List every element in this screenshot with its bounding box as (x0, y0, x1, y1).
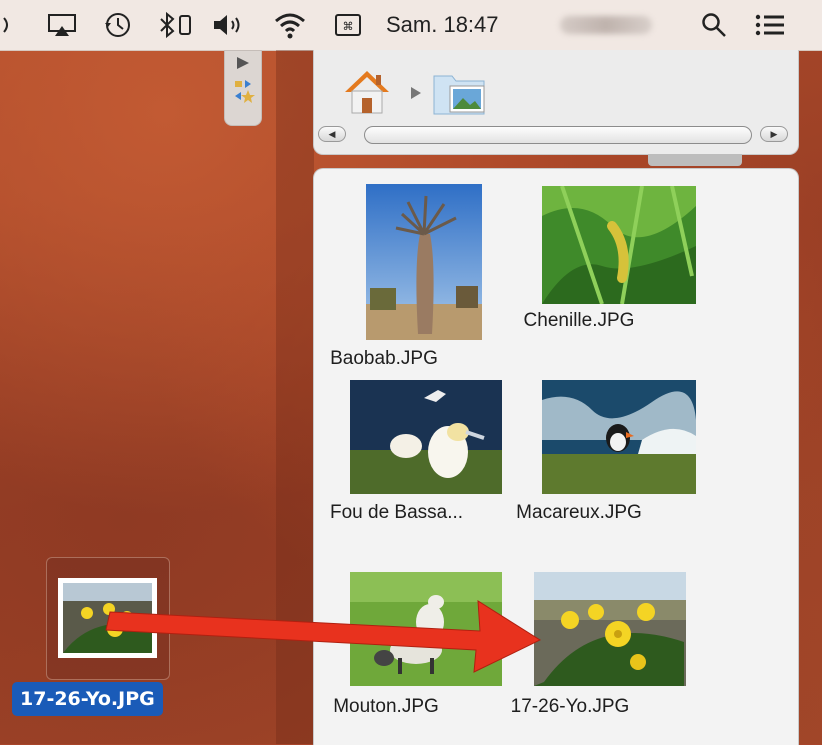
resize-handle[interactable] (648, 154, 742, 166)
search-icon[interactable] (694, 0, 734, 50)
pictures-folder-icon[interactable] (430, 68, 490, 123)
path-bar-panel: ◀ ▶ (313, 50, 799, 155)
keyboard-icon[interactable]: ⌘ (330, 0, 366, 50)
scroll-track[interactable] (364, 126, 752, 144)
scroll-left-button[interactable]: ◀ (318, 126, 346, 142)
window-edge (276, 50, 314, 744)
menu-extra-icon[interactable] (0, 0, 14, 50)
file-thumbnail (542, 186, 696, 304)
airplay-icon[interactable] (44, 0, 80, 50)
menu-list-icon[interactable] (748, 0, 792, 50)
desktop-file-thumbnail (63, 583, 152, 653)
desktop-file-icon[interactable] (58, 578, 157, 658)
user-name-redacted[interactable] (560, 16, 652, 34)
clock-text[interactable]: Sam. 18:47 (386, 0, 499, 50)
star-mini-icon (241, 90, 255, 103)
chevron-right-icon (410, 86, 422, 105)
file-thumbnail (350, 572, 502, 686)
folder-mini-icon (235, 81, 242, 87)
file-thumbnail (366, 184, 482, 340)
wifi-icon[interactable] (268, 0, 312, 50)
toolbar-strip[interactable] (224, 50, 262, 126)
volume-icon[interactable] (208, 0, 252, 50)
home-icon[interactable] (342, 68, 392, 121)
svg-text:⌘: ⌘ (343, 20, 354, 33)
file-thumbnail (350, 380, 502, 494)
menu-bar: ⌘ Sam. 18:47 (0, 0, 822, 51)
horizontal-scrollbar[interactable]: ◀ ▶ (314, 124, 798, 146)
time-machine-icon[interactable] (100, 0, 136, 50)
scroll-right-button[interactable]: ▶ (760, 126, 788, 142)
file-thumbnail (534, 572, 686, 686)
bluetooth-icon[interactable] (152, 0, 198, 50)
play-icon (237, 57, 249, 69)
file-thumbnail (542, 380, 696, 494)
desktop-file-name[interactable]: 17-26-Yo.JPG (12, 682, 163, 716)
